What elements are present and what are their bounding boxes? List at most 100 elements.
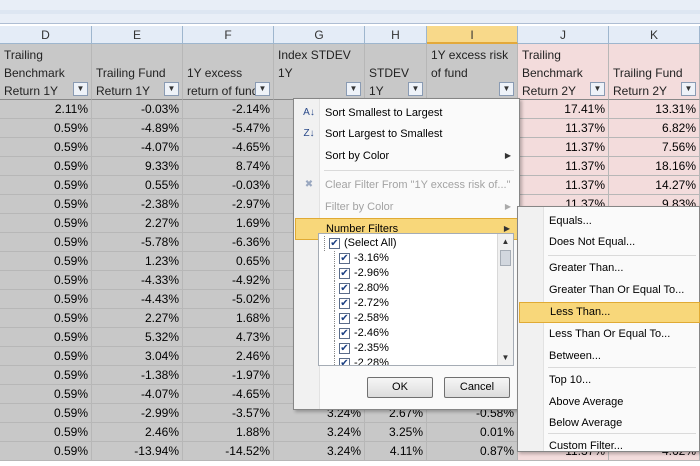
cancel-button[interactable]: Cancel <box>444 377 510 398</box>
number-filter-option[interactable]: Less Than Or Equal To... <box>519 324 700 345</box>
table-cell[interactable]: -4.89% <box>92 119 183 138</box>
sort-by-color-item[interactable]: Sort by Color ▶ <box>295 145 519 167</box>
filter-dropdown-icon[interactable]: ▼ <box>408 82 423 96</box>
table-cell[interactable]: 0.59% <box>0 176 92 195</box>
table-cell[interactable]: -5.02% <box>183 290 274 309</box>
table-cell[interactable]: -0.03% <box>183 176 274 195</box>
table-cell[interactable]: 6.82% <box>609 119 700 138</box>
filter-dropdown-icon[interactable]: ▼ <box>346 82 361 96</box>
list-item[interactable]: ✔ -2.58% <box>319 311 497 326</box>
col-k-letter[interactable]: K <box>609 26 700 44</box>
table-cell[interactable]: 17.41% <box>518 100 609 119</box>
table-cell[interactable]: 0.59% <box>0 385 92 404</box>
table-cell[interactable]: 3.04% <box>92 347 183 366</box>
table-cell[interactable]: 0.59% <box>0 119 92 138</box>
scroll-up-icon[interactable]: ▲ <box>498 234 513 249</box>
col-f-letter[interactable]: F <box>183 26 274 44</box>
table-cell[interactable]: 1.69% <box>183 214 274 233</box>
filter-dropdown-icon[interactable]: ▼ <box>681 82 696 96</box>
table-cell[interactable]: -6.36% <box>183 233 274 252</box>
table-cell[interactable]: -5.78% <box>92 233 183 252</box>
table-cell[interactable]: 0.01% <box>427 423 518 442</box>
number-filter-option[interactable]: Below Average <box>519 413 700 434</box>
clear-filter-item[interactable]: ✖ Clear Filter From "1Y excess risk of..… <box>295 174 519 196</box>
table-cell[interactable]: 0.59% <box>0 347 92 366</box>
table-cell[interactable]: 5.32% <box>92 328 183 347</box>
table-cell[interactable]: 13.31% <box>609 100 700 119</box>
table-cell[interactable]: -4.65% <box>183 385 274 404</box>
table-cell[interactable]: 1.88% <box>183 423 274 442</box>
scroll-down-icon[interactable]: ▼ <box>498 350 513 365</box>
table-cell[interactable]: 0.65% <box>183 252 274 271</box>
list-item[interactable]: ✔ -2.28% <box>319 356 497 365</box>
table-cell[interactable]: 8.74% <box>183 157 274 176</box>
checkbox-checked-icon[interactable]: ✔ <box>329 238 340 249</box>
table-cell[interactable]: 2.27% <box>92 214 183 233</box>
table-cell[interactable]: -0.03% <box>92 100 183 119</box>
list-item[interactable]: ✔ -3.16% <box>319 251 497 266</box>
scroll-thumb[interactable] <box>500 250 511 266</box>
table-cell[interactable]: -2.14% <box>183 100 274 119</box>
table-cell[interactable]: 1.68% <box>183 309 274 328</box>
checkbox-checked-icon[interactable]: ✔ <box>339 298 350 309</box>
number-filter-option[interactable]: Custom Filter... <box>519 436 700 457</box>
col-g-letter[interactable]: G <box>274 26 365 44</box>
list-item[interactable]: ✔ (Select All) <box>319 236 497 251</box>
table-cell[interactable]: 11.37% <box>518 176 609 195</box>
checkbox-checked-icon[interactable]: ✔ <box>339 283 350 294</box>
table-cell[interactable]: 7.56% <box>609 138 700 157</box>
table-cell[interactable]: 3.24% <box>274 423 365 442</box>
col-j-letter[interactable]: J <box>518 26 609 44</box>
filter-dropdown-icon[interactable]: ▼ <box>164 82 179 96</box>
table-cell[interactable]: 0.59% <box>0 328 92 347</box>
table-cell[interactable]: 0.59% <box>0 157 92 176</box>
table-cell[interactable]: -3.57% <box>183 404 274 423</box>
table-cell[interactable]: 11.37% <box>518 157 609 176</box>
table-cell[interactable]: -4.92% <box>183 271 274 290</box>
col-g-header[interactable]: Index STDEV 1Y ▼ <box>274 44 365 100</box>
filter-dropdown-icon[interactable]: ▼ <box>255 82 270 96</box>
table-cell[interactable]: 0.59% <box>0 423 92 442</box>
filter-values-list[interactable]: ✔ (Select All) ✔ -3.16% ✔ -2.96% ✔ -2.80% ✔ -2.72… <box>318 233 514 366</box>
checkbox-checked-icon[interactable]: ✔ <box>339 313 350 324</box>
table-cell[interactable]: -14.52% <box>183 442 274 461</box>
col-i-letter[interactable]: I <box>427 26 518 44</box>
list-item[interactable]: ✔ -2.80% <box>319 281 497 296</box>
col-i-header[interactable]: 1Y excess risk of fund ▼ <box>427 44 518 100</box>
sort-descending-item[interactable]: Z↓ Sort Largest to Smallest <box>295 123 519 145</box>
checkbox-checked-icon[interactable]: ✔ <box>339 343 350 354</box>
col-f-header[interactable]: 1Y excess return of fund ▼ <box>183 44 274 100</box>
number-filter-option[interactable]: Less Than... <box>519 302 700 323</box>
table-cell[interactable]: -4.07% <box>92 385 183 404</box>
table-cell[interactable]: 4.11% <box>365 442 427 461</box>
table-cell[interactable]: 0.59% <box>0 404 92 423</box>
table-cell[interactable]: -4.33% <box>92 271 183 290</box>
number-filter-option[interactable]: Equals... <box>519 211 700 232</box>
table-cell[interactable]: 2.46% <box>183 347 274 366</box>
table-cell[interactable]: 0.87% <box>427 442 518 461</box>
table-cell[interactable]: 18.16% <box>609 157 700 176</box>
table-cell[interactable]: 1.23% <box>92 252 183 271</box>
col-h-header[interactable]: STDEV 1Y ▼ <box>365 44 427 100</box>
checkbox-checked-icon[interactable]: ✔ <box>339 268 350 279</box>
table-cell[interactable]: -5.47% <box>183 119 274 138</box>
table-cell[interactable]: 2.27% <box>92 309 183 328</box>
filter-dropdown-icon[interactable]: ▼ <box>73 82 88 96</box>
table-cell[interactable]: 2.46% <box>92 423 183 442</box>
table-cell[interactable]: 3.24% <box>274 442 365 461</box>
filter-dropdown-icon[interactable]: ▼ <box>590 82 605 96</box>
list-item[interactable]: ✔ -2.35% <box>319 341 497 356</box>
table-cell[interactable]: -2.97% <box>183 195 274 214</box>
list-item[interactable]: ✔ -2.72% <box>319 296 497 311</box>
table-cell[interactable]: 9.33% <box>92 157 183 176</box>
table-cell[interactable]: 11.37% <box>518 138 609 157</box>
checkbox-checked-icon[interactable]: ✔ <box>339 328 350 339</box>
ok-button[interactable]: OK <box>367 377 433 398</box>
table-cell[interactable]: -4.07% <box>92 138 183 157</box>
list-scrollbar[interactable]: ▲ ▼ <box>497 234 513 365</box>
table-cell[interactable]: 4.73% <box>183 328 274 347</box>
number-filter-option[interactable]: Top 10... <box>519 370 700 391</box>
col-h-letter[interactable]: H <box>365 26 427 44</box>
table-cell[interactable]: 0.59% <box>0 442 92 461</box>
table-cell[interactable]: 0.59% <box>0 309 92 328</box>
